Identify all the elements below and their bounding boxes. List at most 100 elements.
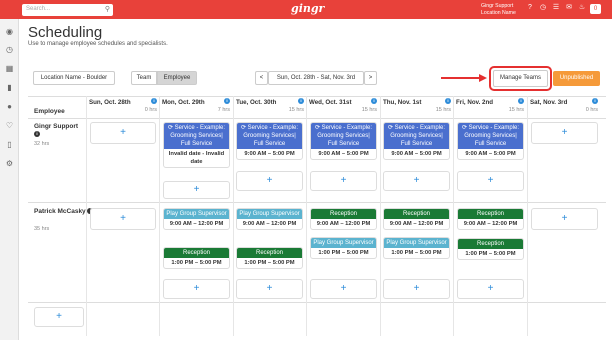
day-name: Sun, Oct. 28th [89,99,131,106]
location-select[interactable]: Location Name - Boulder [33,71,115,85]
chat-icon[interactable]: ✉ [565,4,573,12]
grid-col-divider [306,96,307,336]
book-icon[interactable]: ▯ [4,140,15,150]
day-header: Sun, Oct. 28th i 0 hrs [87,98,159,115]
day-header: Sat, Nov. 3rd i 0 hrs [528,98,600,115]
list-icon[interactable]: ☰ [552,4,560,12]
shift-card[interactable]: Reception 9:00 AM – 12:00 PM [383,208,450,230]
bell-icon[interactable]: ♨ [578,4,586,12]
search-icon[interactable]: ⚲ [105,5,110,13]
search-input[interactable]: Search... ⚲ [22,4,113,16]
add-shift-button[interactable]: + [383,279,450,299]
info-icon[interactable]: i [371,98,377,104]
paw-icon[interactable]: ● [4,102,15,112]
shift-title: Play Group Supervisor [384,238,449,248]
shift-card[interactable]: Reception 1:00 PM – 5:00 PM [457,238,524,260]
heart-icon[interactable]: ♡ [4,121,15,131]
search-placeholder: Search... [26,6,51,12]
add-shift-button[interactable]: + [310,279,377,299]
shift-title: Reception [458,209,523,219]
shift-time: 9:00 AM – 5:00 PM [465,151,516,157]
employee-name[interactable]: Gingr Support i [34,123,78,139]
settings-icon[interactable]: ⚙ [4,159,15,169]
day-hours: 0 hrs [585,107,598,113]
shift-card[interactable]: Play Group Supervisor 1:00 PM – 5:00 PM [310,237,377,259]
info-icon[interactable]: i [224,98,230,104]
day-header: Tue, Oct. 30th i 15 hrs [234,98,306,115]
shift-card[interactable]: ⟳ Service - Example: Grooming Services| … [163,122,230,168]
grid-col-divider [453,96,454,336]
day-name: Sat, Nov. 3rd [530,99,568,106]
shift-time: 9:00 AM – 12:00 PM [242,221,297,227]
add-shift-button[interactable]: + [163,181,230,199]
callout-arrow-head [479,74,487,82]
day-hours: 15 hrs [435,107,451,113]
notification-badge[interactable]: 0 [590,4,601,14]
info-icon[interactable]: i [298,98,304,104]
shift-title: Play Group Supervisor [237,209,302,219]
shift-time: 9:00 AM – 5:00 PM [244,151,295,157]
day-name: Fri, Nov. 2nd [456,99,494,106]
gingr-logo[interactable]: gingr [291,2,324,15]
info-icon[interactable]: i [151,98,157,104]
day-hours: 15 hrs [508,107,524,113]
add-shift-button[interactable]: + [310,171,377,191]
user-menu[interactable]: Gingr Support Location Name [481,3,516,16]
prev-week-button[interactable]: < [255,71,268,85]
add-shift-button[interactable]: + [531,122,598,144]
employee-name[interactable]: Patrick McCasky i [34,208,94,216]
info-icon[interactable]: i [518,98,524,104]
shift-card[interactable]: ⟳ Service - Example: Grooming Services| … [457,122,524,160]
shift-card[interactable]: ⟳ Service - Example: Grooming Services| … [236,122,303,160]
date-range-label[interactable]: Sun, Oct. 28th - Sat, Nov. 3rd [268,71,364,85]
add-employee-button[interactable]: + [34,307,84,327]
day-name: Tue, Oct. 30th [236,99,277,106]
employee-column-header: Employee [34,108,65,115]
team-toggle[interactable]: Team [131,71,157,85]
clock-nav-icon[interactable]: ◷ [4,45,15,55]
shift-card[interactable]: Reception 1:00 PM – 5:00 PM [163,247,230,269]
add-shift-button[interactable]: + [90,208,156,230]
calendar-icon[interactable]: ▦ [4,64,15,74]
shift-card[interactable]: Play Group Supervisor 1:00 PM – 5:00 PM [383,237,450,259]
shift-card[interactable]: ⟳ Service - Example: Grooming Services| … [383,122,450,160]
shift-card[interactable]: Reception 1:00 PM – 5:00 PM [236,247,303,269]
add-shift-button[interactable]: + [236,171,303,191]
employee-toggle[interactable]: Employee [157,71,197,85]
next-week-button[interactable]: > [364,71,377,85]
day-header: Thu, Nov. 1st i 15 hrs [381,98,453,115]
add-shift-button[interactable]: + [457,171,524,191]
shift-card[interactable]: Play Group Supervisor 9:00 AM – 12:00 PM [163,208,230,230]
add-shift-button[interactable]: + [90,122,156,144]
day-header: Wed, Oct. 31st i 15 hrs [307,98,379,115]
employee-info-icon[interactable]: i [34,131,40,137]
shift-time: 9:00 AM – 12:00 PM [316,221,371,227]
day-header: Mon, Oct. 29th i 7 hrs [160,98,232,115]
shift-card[interactable]: Reception 9:00 AM – 12:00 PM [457,208,524,230]
add-shift-button[interactable]: + [457,279,524,299]
day-header: Fri, Nov. 2nd i 15 hrs [454,98,526,115]
add-shift-button[interactable]: + [236,279,303,299]
unpublished-button[interactable]: Unpublished [553,71,600,86]
manage-teams-button[interactable]: Manage Teams [493,70,548,87]
shift-card[interactable]: Play Group Supervisor 9:00 AM – 12:00 PM [236,208,303,230]
info-icon[interactable]: i [445,98,451,104]
shift-time: 9:00 AM – 12:00 PM [463,221,518,227]
add-shift-button[interactable]: + [383,171,450,191]
dashboard-icon[interactable]: ◉ [4,27,15,37]
clock-icon[interactable]: ◷ [539,4,547,12]
shift-title: Play Group Supervisor [311,238,376,248]
add-shift-button[interactable]: + [531,208,598,230]
help-icon[interactable]: ? [526,4,534,12]
grid-row-divider [28,302,606,303]
shift-card[interactable]: ⟳ Service - Example: Grooming Services| … [310,122,377,160]
shift-card[interactable]: Reception 9:00 AM – 12:00 PM [310,208,377,230]
day-hours: 7 hrs [217,107,230,113]
grid-row-divider [28,202,606,203]
barcode-icon[interactable]: ▮ [4,83,15,93]
top-bar: Search... ⚲ gingr Gingr Support Location… [0,0,612,19]
add-shift-button[interactable]: + [163,279,230,299]
info-icon[interactable]: i [592,98,598,104]
grid-col-divider [86,96,87,336]
shift-title: Play Group Supervisor [164,209,229,219]
